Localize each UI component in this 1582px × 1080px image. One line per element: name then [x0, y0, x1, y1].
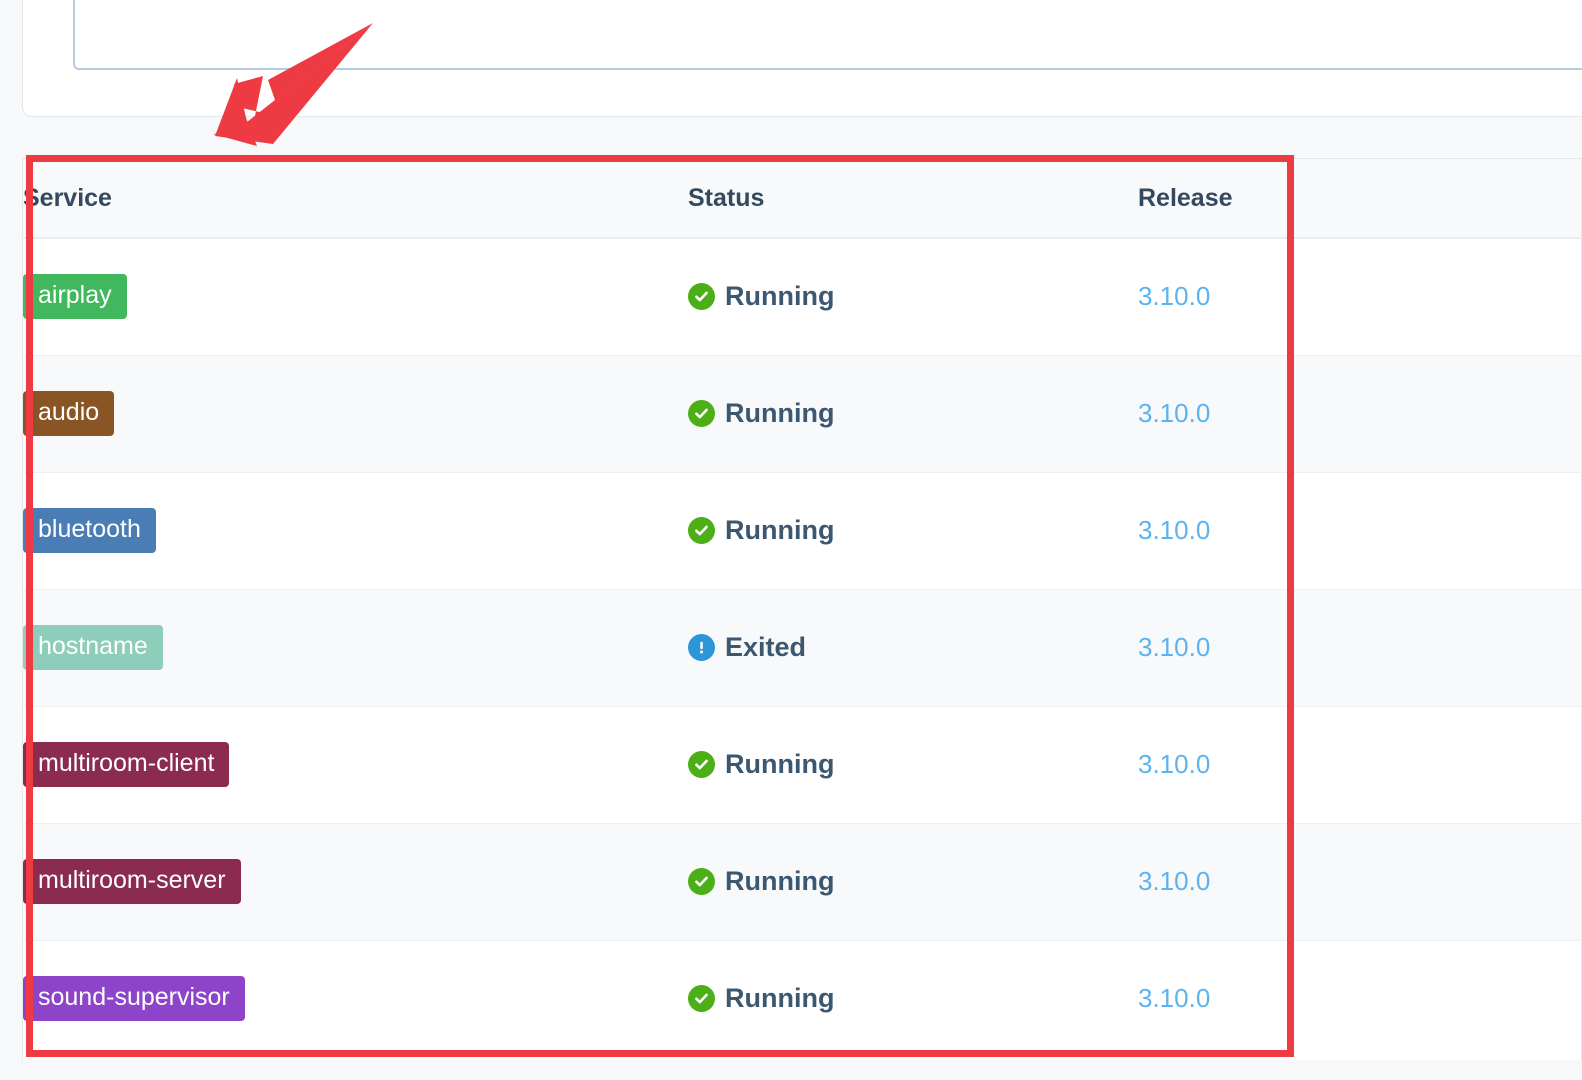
release-link[interactable]: 3.10.0 — [1138, 632, 1210, 662]
row-spacer-cell — [1403, 706, 1581, 824]
status-label: Exited — [725, 632, 807, 662]
release-cell: 3.10.0 — [1138, 238, 1403, 356]
status-label: Running — [725, 515, 835, 545]
column-header-status[interactable]: Status — [688, 159, 1138, 239]
service-badge[interactable]: multiroom-client — [23, 742, 230, 787]
release-link[interactable]: 3.10.0 — [1138, 866, 1210, 896]
status-label: Running — [725, 749, 835, 779]
service-badge[interactable]: multiroom-server — [23, 859, 241, 904]
service-badge[interactable]: audio — [23, 391, 115, 436]
services-table-card: Service Status Release airplay Running 3.1… — [22, 158, 1582, 1060]
check-circle-icon — [688, 751, 715, 778]
check-circle-icon — [688, 985, 715, 1013]
table-header-row: Service Status Release — [23, 159, 1581, 239]
row-spacer-cell — [1403, 238, 1581, 356]
release-link[interactable]: 3.10.0 — [1138, 983, 1210, 1013]
service-cell: hostname — [23, 589, 688, 707]
table-row[interactable]: bluetooth Running 3.10.0 — [23, 472, 1581, 590]
row-spacer-cell — [1403, 589, 1581, 707]
service-badge[interactable]: hostname — [23, 625, 163, 670]
service-cell: sound-supervisor — [23, 940, 688, 1057]
status-indicator: Running — [688, 866, 1138, 897]
release-link[interactable]: 3.10.0 — [1138, 515, 1210, 545]
check-circle-icon — [688, 517, 715, 544]
table-row[interactable]: multiroom-client Running 3.10.0 — [23, 706, 1581, 824]
status-cell: Running — [688, 355, 1138, 473]
status-indicator: Running — [688, 983, 1138, 1014]
service-cell: multiroom-client — [23, 706, 688, 824]
service-cell: multiroom-server — [23, 823, 688, 941]
status-indicator: Running — [688, 281, 1138, 312]
row-spacer-cell — [1403, 472, 1581, 590]
check-circle-icon — [688, 283, 715, 311]
table-row[interactable]: airplay Running 3.10.0 — [23, 238, 1581, 356]
check-circle-icon — [688, 400, 715, 427]
release-link[interactable]: 3.10.0 — [1138, 749, 1210, 779]
status-cell: Running — [688, 823, 1138, 941]
table-row[interactable]: audio Running 3.10.0 — [23, 355, 1581, 473]
service-cell: audio — [23, 355, 688, 473]
services-table-body: airplay Running 3.10.0 audio Running 3.10.0 bl… — [23, 238, 1581, 1057]
row-spacer-cell — [1403, 823, 1581, 941]
row-spacer-cell — [1403, 940, 1581, 1057]
column-header-spacer — [1403, 159, 1581, 239]
status-cell: Running — [688, 238, 1138, 356]
status-cell: Exited — [688, 589, 1138, 707]
release-link[interactable]: 3.10.0 — [1138, 281, 1210, 311]
check-circle-icon — [688, 868, 715, 895]
service-cell: bluetooth — [23, 472, 688, 590]
status-indicator: Running — [688, 749, 1138, 780]
release-cell: 3.10.0 — [1138, 589, 1403, 707]
service-badge[interactable]: bluetooth — [23, 508, 156, 553]
table-row[interactable]: sound-supervisor Running 3.10.0 — [23, 940, 1581, 1057]
release-cell: 3.10.0 — [1138, 706, 1403, 824]
status-label: Running — [725, 866, 835, 896]
status-label: Running — [725, 983, 835, 1014]
upper-panel-card — [22, 0, 1582, 117]
table-row[interactable]: hostname Exited 3.10.0 — [23, 589, 1581, 707]
status-label: Running — [725, 281, 835, 312]
release-cell: 3.10.0 — [1138, 940, 1403, 1057]
status-cell: Running — [688, 706, 1138, 824]
service-badge[interactable]: airplay — [23, 274, 127, 320]
column-header-service[interactable]: Service — [23, 159, 688, 239]
exclamation-circle-icon — [688, 634, 715, 661]
services-table-head: Service Status Release — [23, 159, 1581, 239]
release-link[interactable]: 3.10.0 — [1138, 398, 1210, 428]
release-cell: 3.10.0 — [1138, 355, 1403, 473]
status-indicator: Exited — [688, 632, 1138, 663]
status-indicator: Running — [688, 398, 1138, 429]
status-indicator: Running — [688, 515, 1138, 546]
service-badge[interactable]: sound-supervisor — [23, 976, 245, 1022]
status-cell: Running — [688, 472, 1138, 590]
column-header-release[interactable]: Release — [1138, 159, 1403, 239]
screen-root: Service Status Release airplay Running 3.1… — [0, 0, 1582, 1080]
table-row[interactable]: multiroom-server Running 3.10.0 — [23, 823, 1581, 941]
release-cell: 3.10.0 — [1138, 472, 1403, 590]
status-cell: Running — [688, 940, 1138, 1057]
service-cell: airplay — [23, 238, 688, 356]
status-label: Running — [725, 398, 835, 428]
upper-panel-input[interactable] — [73, 0, 1582, 70]
row-spacer-cell — [1403, 355, 1581, 473]
release-cell: 3.10.0 — [1138, 823, 1403, 941]
services-table: Service Status Release airplay Running 3.1… — [23, 159, 1581, 1057]
